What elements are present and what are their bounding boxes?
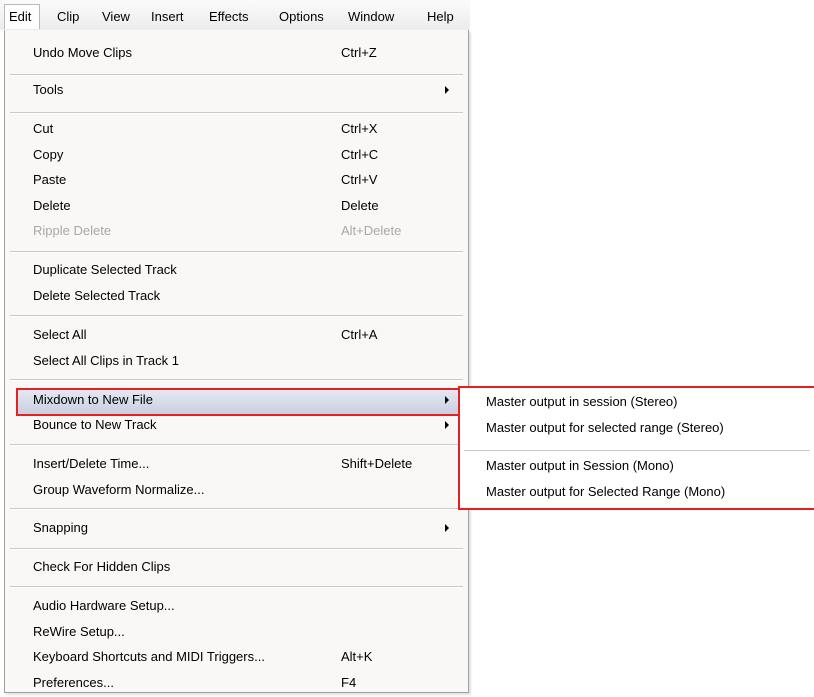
menu-item-snapping[interactable]: Snapping [33,518,88,538]
menu-item-group-waveform-normalize[interactable]: Group Waveform Normalize... [33,480,204,500]
menu-options[interactable]: Options [279,9,324,25]
shortcut-cut: Ctrl+X [341,121,378,136]
submenu-item-master-session-stereo[interactable]: Master output in session (Stereo) [486,392,677,412]
menu-item-insert-delete-time[interactable]: Insert/Delete Time... [33,454,149,474]
menu-clip[interactable]: Clip [57,9,79,25]
menu-item-delete-selected-track[interactable]: Delete Selected Track [33,286,160,306]
submenu-item-master-range-stereo[interactable]: Master output for selected range (Stereo… [486,418,724,438]
shortcut-ripple-delete: Alt+Delete [341,223,402,238]
menu-item-duplicate-selected-track[interactable]: Duplicate Selected Track [33,260,177,280]
menu-item-select-all-clips-in-track[interactable]: Select All Clips in Track 1 [33,351,179,371]
menu-separator [10,379,463,381]
menu-separator [10,315,463,317]
menu-item-rewire-setup[interactable]: ReWire Setup... [33,622,125,642]
menu-separator [10,548,463,550]
shortcut-undo: Ctrl+Z [341,45,377,60]
shortcut-select-all: Ctrl+A [341,327,378,342]
menu-item-preferences[interactable]: Preferences... [33,673,114,693]
menu-item-check-for-hidden-clips[interactable]: Check For Hidden Clips [33,557,170,577]
menu-separator [10,586,463,588]
shortcut-paste: Ctrl+V [341,172,378,187]
shortcut-delete: Delete [341,198,379,213]
menu-item-audio-hardware-setup[interactable]: Audio Hardware Setup... [33,596,175,616]
submenu-arrow-icon [445,86,449,94]
menu-item-undo-move-clips[interactable]: Undo Move Clips [33,43,132,63]
menu-separator [10,74,463,76]
menu-help[interactable]: Help [427,9,454,25]
menu-edit[interactable]: Edit [4,4,41,29]
menu-item-copy[interactable]: Copy [33,145,63,165]
menu-separator [10,112,463,114]
mixdown-submenu: Master output in session (Stereo) Master… [458,386,814,510]
menu-item-cut[interactable]: Cut [33,119,53,139]
menu-item-delete[interactable]: Delete [33,196,71,216]
menu-item-ripple-delete: Ripple Delete [33,223,112,238]
menu-item-bounce-to-new-track[interactable]: Bounce to New Track [33,415,157,435]
menu-item-keyboard-shortcuts[interactable]: Keyboard Shortcuts and MIDI Triggers... [33,647,265,667]
submenu-item-master-session-mono[interactable]: Master output in Session (Mono) [486,456,674,476]
menu-item-paste[interactable]: Paste [33,170,66,190]
shortcut-insert-delete-time: Shift+Delete [341,456,413,471]
menu-effects[interactable]: Effects [209,9,249,25]
submenu-arrow-icon [445,396,449,404]
menu-item-mixdown-to-new-file[interactable]: Mixdown to New File [33,390,153,410]
menu-view[interactable]: View [102,9,130,25]
submenu-arrow-icon [445,421,449,429]
shortcut-copy: Ctrl+C [341,147,379,162]
menu-bar: Edit Clip View Insert Effects Options Wi… [0,0,470,30]
menu-window[interactable]: Window [348,9,394,25]
submenu-item-master-range-mono[interactable]: Master output for Selected Range (Mono) [486,482,725,502]
shortcut-keyboard-shortcuts: Alt+K [341,649,373,664]
menu-separator [10,444,463,446]
menu-separator [464,450,810,451]
menu-insert[interactable]: Insert [151,9,184,25]
menu-separator [10,508,463,510]
shortcut-preferences: F4 [341,675,357,690]
menu-item-select-all[interactable]: Select All [33,325,86,345]
menu-separator [10,251,463,253]
menu-item-tools[interactable]: Tools [33,80,63,100]
submenu-arrow-icon [445,524,449,532]
edit-dropdown-menu: Undo Move Clips Ctrl+Z Tools Cut Ctrl+X … [4,30,469,693]
